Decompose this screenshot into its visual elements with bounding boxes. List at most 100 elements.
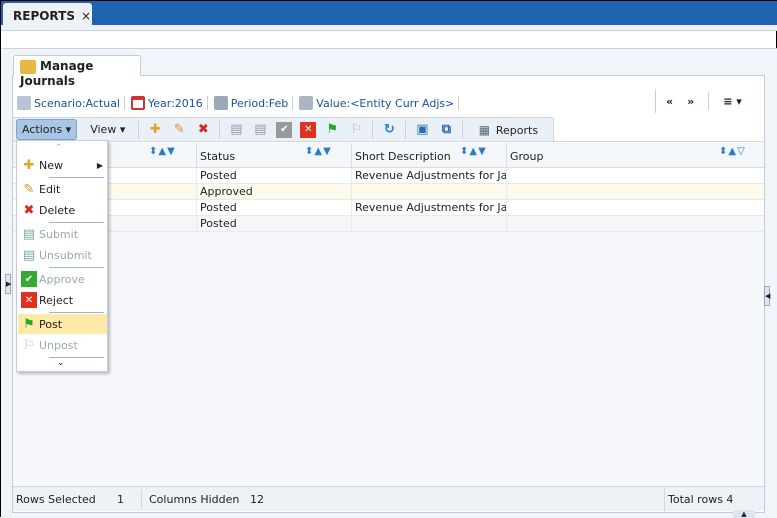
reports-button[interactable]: ▦ Reports [471,119,543,141]
submit-icon: ▤ [22,226,36,242]
tab-strip [1,25,777,31]
table-cell [351,185,506,200]
columns-hidden-value: 12 [250,493,264,506]
column-header-short-description[interactable]: Short Description ⬍▲▼ [351,143,506,168]
reports-label: Reports [495,123,539,137]
delete-icon[interactable]: ✖ [195,122,211,138]
menu-label: Delete [39,203,76,217]
menu-item-delete[interactable]: ✖ Delete [18,200,107,220]
rows-selected-value: 1 [117,493,124,506]
menu-label: Approve [39,272,85,286]
column-label: Group [510,150,544,163]
table-row[interactable]: Posted Revenue Adjustments for Jan - [13,168,764,184]
menu-item-unsubmit[interactable]: ▤ Unsubmit [18,245,107,265]
period-icon [213,96,228,110]
menu-item-submit[interactable]: ▤ Submit [18,224,107,244]
menu-label: Unsubmit [39,248,92,262]
reports-icon: ▦ [478,122,491,137]
unpost-icon: ⚐ [23,337,35,353]
delete-icon: ✖ [23,202,35,218]
column-header-group[interactable]: Group ⬍▲▽ [506,143,764,168]
pov-value[interactable]: Value:<Entity Curr Adjs> [299,96,460,110]
tab-manage-journals[interactable]: Manage Journals [13,55,141,88]
unsubmit-icon[interactable]: ▤ [252,122,268,138]
pov-label: Year:2016 [148,96,203,110]
reject-icon: ✕ [21,292,37,308]
menu-item-new[interactable]: ✚ New ▶ [18,155,107,175]
table-row-selected[interactable]: Approved [13,184,764,200]
table-cell [351,217,506,232]
sort-icon[interactable]: ⬍▲▼ [305,146,332,157]
left-splitter-handle[interactable]: ▶ [5,274,11,294]
status-bar: Rows Selected 1 Columns Hidden 12 Total … [13,486,764,512]
table-cell: Approved [196,185,351,200]
sort-icon[interactable]: ⬍▲▼ [149,146,176,157]
rows-selected-label: Rows Selected [16,493,96,506]
post-icon[interactable]: ⚑ [324,122,340,138]
value-icon [299,96,314,110]
pov-year[interactable]: Year:2016 [131,96,208,110]
menu-item-edit[interactable]: ✎ Edit [18,179,107,199]
column-header-status[interactable]: Status ⬍▲▼ [196,143,351,168]
menu-item-unpost[interactable]: ⚐ Unpost [18,335,107,355]
right-splitter-handle[interactable]: ◀ [764,286,770,306]
submit-icon[interactable]: ▤ [228,122,244,138]
menu-item-reject[interactable]: ✕ Reject [18,290,107,310]
scenario-icon [17,96,31,110]
new-icon[interactable]: ✚ [147,122,163,138]
snapshot-icon[interactable]: ▣ [414,122,430,138]
menu-item-approve[interactable]: ✔ Approve [18,269,107,289]
table-header: ⬍▲▼ Status ⬍▲▼ Short Description ⬍▲▼ Group… [13,143,764,168]
calendar-icon [131,96,145,110]
actions-menu-button[interactable]: Actions ▾ [16,119,78,140]
unpost-icon[interactable]: ⚐ [348,122,364,138]
post-icon: ⚑ [23,316,35,332]
columns-hidden-label: Columns Hidden [149,493,240,506]
scroll-up-icon[interactable]: ⌃ [55,143,63,153]
table-cell [506,185,764,200]
panel-menu-button[interactable]: ≡ ▾ [723,95,742,108]
sort-icon[interactable]: ⬍▲▼ [460,146,487,157]
refresh-icon[interactable]: ↻ [381,122,397,138]
pov-scenario[interactable]: Scenario:Actual [17,96,125,110]
previous-button[interactable]: « [666,95,673,108]
column-label: Status [200,150,236,163]
sort-icon[interactable]: ⬍▲▽ [719,146,746,157]
pov-label: Scenario:Actual [34,96,120,110]
submenu-arrow-icon: ▶ [96,160,103,170]
next-button[interactable]: » [687,95,694,108]
table-cell: Revenue Adjustments for Jan - [351,169,506,184]
table-cell [506,217,764,232]
pov-label: Period:Feb [230,96,289,110]
tab-reports[interactable]: REPORTS × [3,3,92,27]
unsubmit-icon: ▤ [22,247,36,263]
top-bar [1,1,777,25]
edit-icon: ✎ [23,181,35,197]
close-icon[interactable]: × [81,9,91,23]
pov-label: Value:<Entity Curr Adjs> [316,96,455,110]
actions-menu: ⌃ ✚ New ▶ ✎ Edit ✖ Delete ▤ Submit ▤ Unsubmit … [16,140,108,372]
menu-label: Reject [39,293,74,307]
menu-label: New [39,158,63,172]
nav-buttons: « » ≡ ▾ [655,89,742,113]
table-row[interactable]: Posted Revenue Adjustments for Jan - [13,200,764,216]
new-icon: ✚ [23,157,35,173]
edit-icon[interactable]: ✎ [171,122,187,138]
table-cell: Posted [196,217,351,232]
grid-empty-area [13,232,764,486]
view-label: View [90,123,117,136]
menu-item-post[interactable]: ⚑ Post [18,314,107,334]
table-row[interactable]: Posted [13,216,764,232]
reject-icon[interactable]: ✕ [300,121,317,138]
table-cell [506,201,764,216]
pov-period[interactable]: Period:Feb [213,96,294,110]
detach-icon[interactable]: ⧉ [438,122,454,138]
view-menu-button[interactable]: View ▾ [85,120,130,139]
menu-label: Submit [39,227,79,241]
separator [138,120,140,139]
menu-label: Unpost [39,338,78,352]
tab-label: REPORTS [13,9,75,23]
approve-icon[interactable]: ✔ [276,121,293,138]
scroll-down-icon[interactable]: ⌄ [57,358,65,368]
table-cell: Posted [196,169,351,184]
